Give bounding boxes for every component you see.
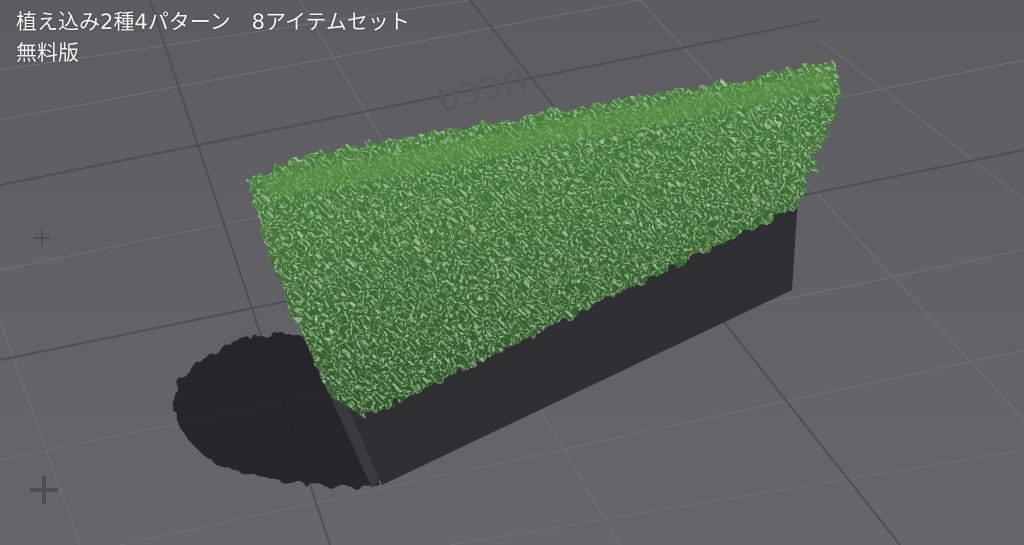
overlay-subtitle: 無料版 [16,41,79,65]
overlay-title: 植え込み2種4パターン 8アイテムセット [16,10,410,34]
3d-render-scene: ᴜɔɔn [0,0,1024,545]
